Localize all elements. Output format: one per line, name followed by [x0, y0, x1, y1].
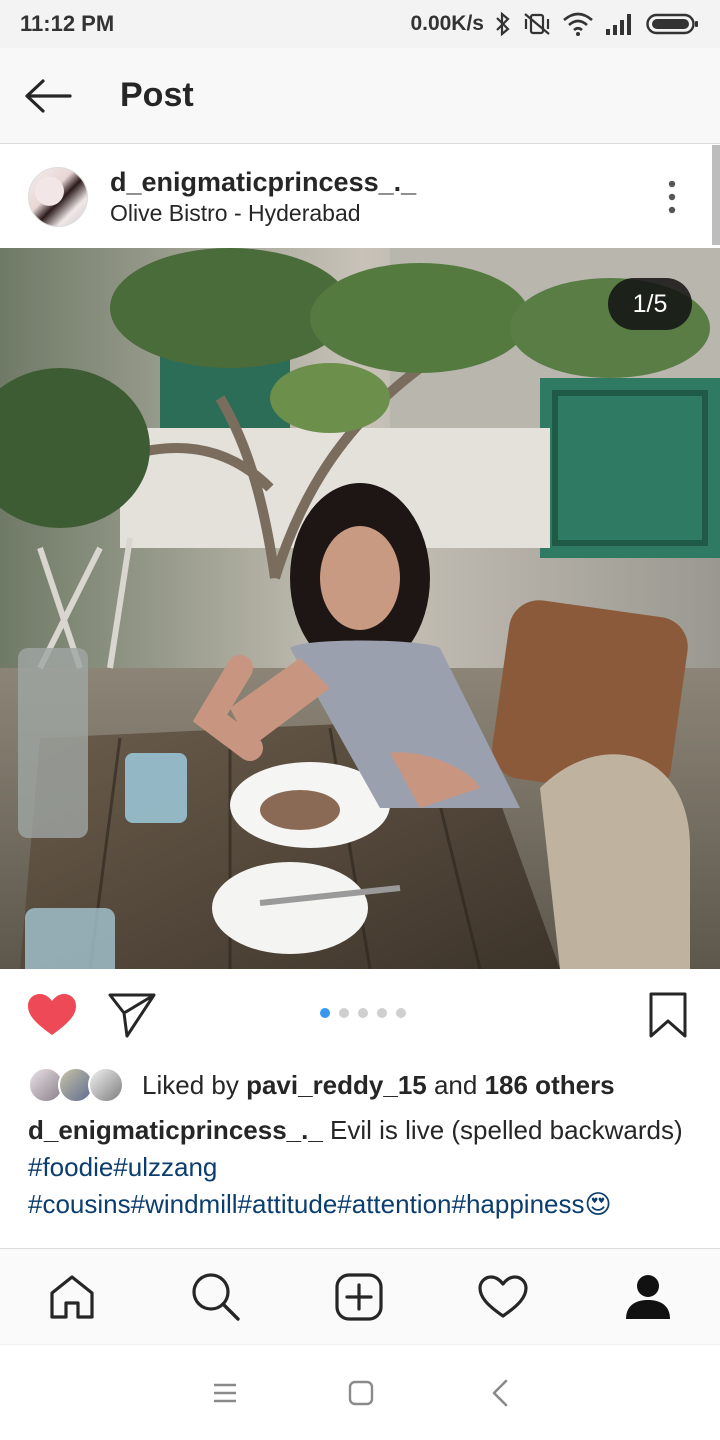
bluetooth-icon	[494, 11, 512, 37]
likes-others[interactable]: 186 others	[485, 1070, 615, 1100]
media-counter-badge: 1/5	[608, 278, 692, 330]
post-actions	[0, 969, 720, 1061]
nav-new-post[interactable]	[311, 1249, 407, 1345]
more-vertical-icon	[668, 180, 676, 213]
caption-clip: d_enigmaticprincess_._ Evil is live (spe…	[0, 1112, 720, 1248]
caption-text: Evil is live (spelled backwards)	[322, 1115, 683, 1145]
post-header: d_enigmaticprincess_._ Olive Bistro - Hy…	[0, 145, 720, 248]
nav-home[interactable]	[24, 1249, 120, 1345]
likes-prefix: Liked by	[142, 1069, 247, 1100]
scrollbar[interactable]	[712, 145, 720, 245]
post-header-text: d_enigmaticprincess_._ Olive Bistro - Hy…	[110, 166, 416, 228]
avatar[interactable]	[28, 166, 88, 227]
network-speed: 0.00K/s	[410, 12, 484, 35]
back-chevron-icon	[492, 1379, 508, 1407]
carousel-dot	[339, 1008, 349, 1018]
system-home-button[interactable]	[337, 1369, 385, 1417]
liker-avatars	[28, 1065, 126, 1105]
liker-username[interactable]: pavi_reddy_15	[246, 1070, 427, 1100]
home-icon	[50, 1275, 94, 1319]
like-button[interactable]	[20, 985, 84, 1045]
bottom-nav	[0, 1248, 720, 1344]
share-button[interactable]	[100, 985, 164, 1045]
likes-text: Liked by pavi_reddy_15 and 186 others	[142, 1070, 615, 1101]
battery-icon	[646, 11, 700, 37]
back-button[interactable]	[0, 48, 96, 144]
caption: d_enigmaticprincess_._ Evil is live (spe…	[28, 1112, 698, 1223]
menu-icon	[214, 1383, 236, 1403]
post-photo[interactable]: 1/5	[0, 248, 720, 969]
post-username[interactable]: d_enigmaticprincess_._	[110, 166, 416, 198]
add-post-icon	[335, 1273, 383, 1321]
arrow-left-icon	[25, 78, 72, 113]
post-location[interactable]: Olive Bistro - Hyderabad	[110, 198, 416, 228]
search-icon	[192, 1273, 240, 1321]
carousel-dot	[396, 1008, 406, 1018]
system-nav-bar	[0, 1344, 720, 1440]
nav-activity[interactable]	[455, 1249, 551, 1345]
send-icon	[108, 993, 156, 1038]
status-bar: 11:12 PM 0.00K/s	[0, 0, 720, 48]
profile-icon	[626, 1275, 670, 1319]
status-icons: 0.00K/s	[410, 11, 700, 37]
nav-search[interactable]	[168, 1249, 264, 1345]
activity-heart-icon	[478, 1275, 528, 1318]
carousel-dot	[358, 1008, 368, 1018]
system-menu-button[interactable]	[201, 1369, 249, 1417]
vibrate-off-icon	[522, 11, 552, 37]
caption-hashtags-line1[interactable]: #foodie#ulzzang	[28, 1152, 217, 1182]
likes-middle: and	[426, 1069, 485, 1100]
app-bar: Post	[0, 48, 720, 144]
more-options-button[interactable]	[624, 149, 720, 245]
status-time: 11:12 PM	[20, 11, 115, 36]
photo-image	[0, 248, 720, 969]
carousel-dot-active	[320, 1008, 330, 1018]
system-back-button[interactable]	[476, 1369, 524, 1417]
carousel-dots	[320, 1008, 406, 1018]
liker-avatar	[88, 1067, 124, 1103]
caption-username[interactable]: d_enigmaticprincess_._	[28, 1115, 323, 1145]
carousel-dot	[377, 1008, 387, 1018]
save-button[interactable]	[636, 983, 700, 1047]
likes-row[interactable]: Liked by pavi_reddy_15 and 186 others	[28, 1063, 615, 1107]
nav-profile[interactable]	[600, 1249, 696, 1345]
bookmark-icon	[649, 992, 687, 1038]
home-square-icon	[348, 1380, 374, 1406]
page-title: Post	[120, 76, 194, 114]
heart-filled-icon	[28, 994, 76, 1035]
signal-icon	[604, 11, 636, 37]
caption-hashtags-line2[interactable]: #cousins#windmill#attitude#attention#hap…	[28, 1189, 612, 1219]
wifi-icon	[562, 11, 594, 37]
